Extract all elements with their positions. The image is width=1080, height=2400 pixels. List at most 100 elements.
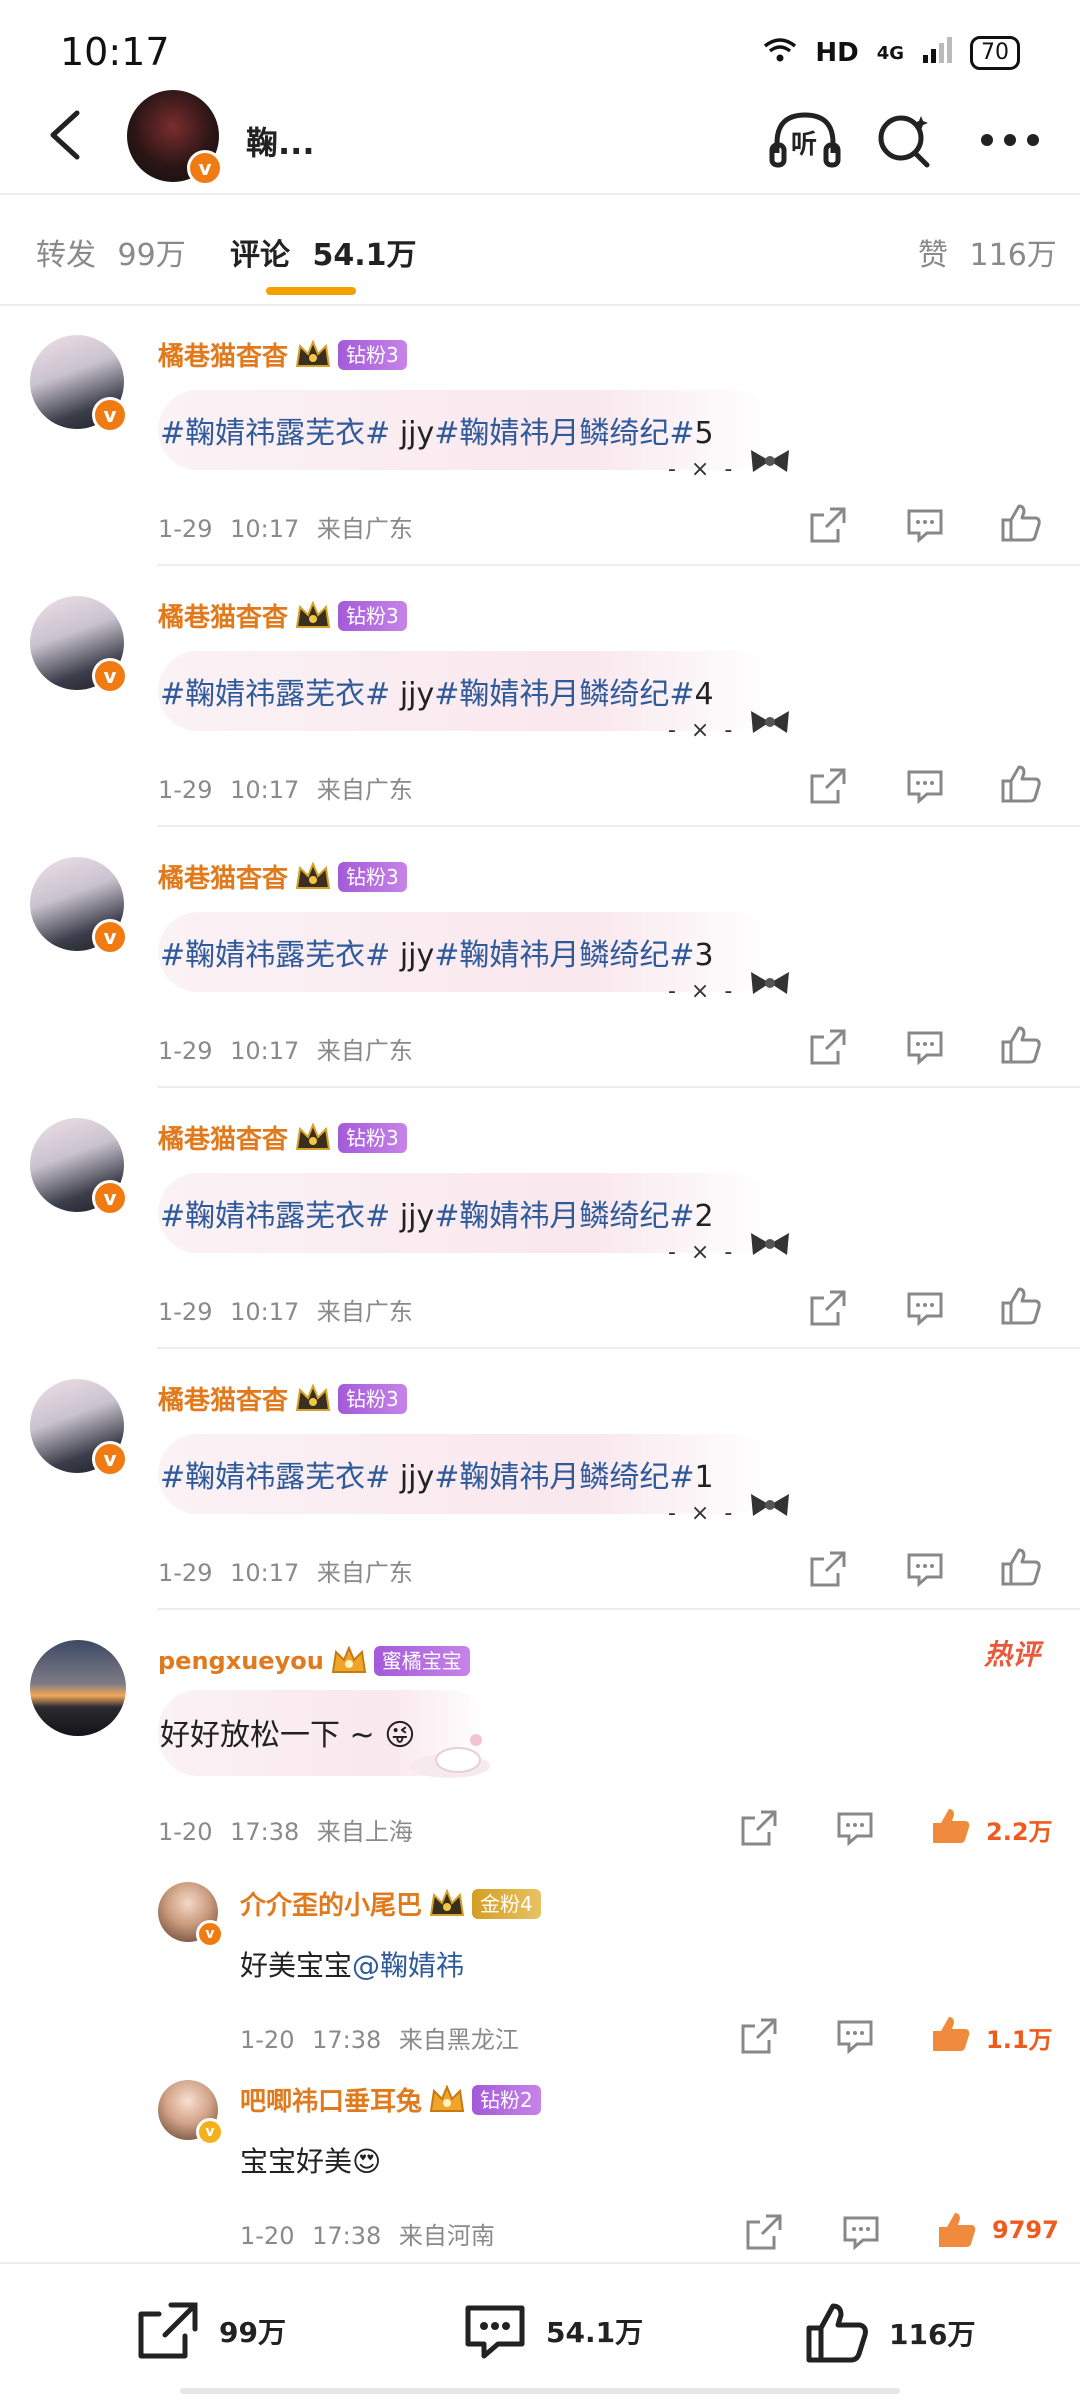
bottom-like-button[interactable]: 116万 [805, 2300, 975, 2366]
share-icon [810, 768, 846, 804]
fan-level-badge: 钻粉3 [338, 861, 407, 892]
topic-link[interactable]: #鞠婧祎月鳞绮纪# [434, 677, 694, 712]
username-text: 橘巷猫杳杳 [158, 342, 289, 372]
like-button[interactable] [934, 2207, 980, 2253]
comment-meta: 1-29 10:17 来自广东 [158, 1031, 413, 1066]
reply-button[interactable] [902, 502, 948, 548]
comment-date: 1-29 [158, 1559, 213, 1587]
like-button[interactable] [998, 1283, 1044, 1329]
avatar[interactable]: v [158, 2080, 224, 2146]
tab-likes-count: 116万 [969, 238, 1057, 273]
reply-button[interactable] [902, 1546, 948, 1592]
avatar[interactable] [30, 1640, 126, 1736]
reply-button[interactable] [838, 2209, 884, 2255]
share-button[interactable] [736, 2013, 782, 2059]
comment-username[interactable]: 橘巷猫杳杳 钻粉3 [158, 597, 407, 634]
comment-username[interactable]: 橘巷猫杳杳 钻粉3 [158, 858, 407, 895]
fan-level-badge: 钻粉3 [338, 1383, 407, 1414]
share-button[interactable] [805, 1024, 851, 1070]
verified-badge-icon: v [92, 658, 128, 694]
share-icon [810, 1290, 846, 1326]
comment-icon [837, 2020, 873, 2055]
search-button[interactable] [865, 100, 945, 180]
active-tab-indicator [266, 287, 356, 295]
listen-button[interactable]: 听 [765, 100, 845, 180]
comment-username[interactable]: 橘巷猫杳杳 钻粉3 [158, 1119, 407, 1156]
comment-divider [157, 1086, 1080, 1088]
bottom-comment-button[interactable]: 54.1万 [462, 2300, 643, 2362]
share-button[interactable] [805, 502, 851, 548]
like-button[interactable] [928, 1803, 974, 1849]
reply-button[interactable] [902, 1024, 948, 1070]
avatar[interactable]: v [30, 1118, 128, 1216]
topic-link[interactable]: #鞠婧祎露芜衣# [160, 416, 390, 451]
more-button[interactable] [970, 100, 1050, 180]
comment-text-mid: jjy [390, 416, 435, 451]
bottom-repost-button[interactable]: 99万 [135, 2300, 286, 2362]
share-button[interactable] [805, 1285, 851, 1331]
avatar[interactable]: v [30, 596, 128, 694]
tab-repost[interactable]: 转发 99万 [36, 230, 186, 274]
comment-location: 来自广东 [316, 1298, 413, 1326]
share-button[interactable] [805, 1546, 851, 1592]
share-button[interactable] [736, 1805, 782, 1851]
topic-link[interactable]: #鞠婧祎露芜衣# [160, 1199, 390, 1234]
author-name[interactable]: 鞠... [246, 118, 314, 164]
reply-button[interactable] [832, 2013, 878, 2059]
tab-comments[interactable]: 评论 54.1万 [230, 230, 416, 274]
share-button[interactable] [805, 763, 851, 809]
like-button[interactable] [998, 1022, 1044, 1068]
bow-decoration-icon: - × - [668, 707, 793, 743]
topic-link[interactable]: #鞠婧祎月鳞绮纪# [434, 1460, 694, 1495]
topic-link[interactable]: #鞠婧祎露芜衣# [160, 677, 390, 712]
reply-button[interactable] [832, 1805, 878, 1851]
share-button[interactable] [741, 2209, 787, 2255]
crown-icon [295, 861, 331, 889]
comment-date: 1-29 [158, 776, 213, 804]
like-button[interactable] [998, 761, 1044, 807]
comment-meta: 1-20 17:38 来自河南 [240, 2216, 495, 2251]
comment-date: 1-20 [240, 2222, 295, 2250]
share-icon [810, 1551, 846, 1587]
comment-username[interactable]: 橘巷猫杳杳 钻粉3 [158, 1380, 407, 1417]
tab-likes[interactable]: 赞 116万 [918, 230, 1057, 274]
like-button[interactable] [928, 2011, 974, 2057]
verified-badge-icon: v [92, 919, 128, 955]
comment-icon [907, 1553, 943, 1588]
reply-username[interactable]: 介介歪的小尾巴 金粉4 [240, 1885, 541, 1922]
topic-link[interactable]: #鞠婧祎月鳞绮纪# [434, 938, 694, 973]
comment-date: 1-20 [158, 1818, 213, 1846]
like-button[interactable] [998, 1544, 1044, 1590]
back-button[interactable] [30, 100, 100, 170]
comment-divider [157, 1608, 1080, 1610]
fan-level-badge: 金粉4 [472, 1888, 541, 1919]
author-avatar[interactable]: v [127, 90, 223, 186]
fan-level-badge: 钻粉2 [472, 2084, 541, 2115]
home-indicator [180, 2388, 900, 2394]
avatar[interactable]: v [30, 335, 128, 433]
reply-button[interactable] [902, 1285, 948, 1331]
like-button[interactable] [998, 500, 1044, 546]
topic-link[interactable]: #鞠婧祎露芜衣# [160, 938, 390, 973]
like-count: 2.2万 [986, 1818, 1053, 1846]
avatar[interactable]: v [30, 1379, 128, 1477]
comment-meta: 1-29 10:17 来自广东 [158, 1292, 413, 1327]
reply-button[interactable] [902, 763, 948, 809]
comment-username[interactable]: pengxueyou 蜜橘宝宝 [158, 1646, 470, 1676]
comment-text: 好好放松一下 ~ 😜 [160, 1718, 416, 1753]
status-icons: HD 4G 70 [763, 36, 1020, 70]
topic-link[interactable]: #鞠婧祎露芜衣# [160, 1460, 390, 1495]
comment-time: 10:17 [230, 1559, 300, 1587]
topic-link[interactable]: #鞠婧祎月鳞绮纪# [434, 416, 694, 451]
comment-username[interactable]: 橘巷猫杳杳 钻粉3 [158, 336, 407, 373]
topic-link[interactable]: #鞠婧祎月鳞绮纪# [434, 1199, 694, 1234]
like-count: 1.1万 [986, 2026, 1053, 2054]
mention-link[interactable]: @鞠婧祎 [352, 1949, 464, 1982]
bunny-sticker-icon [410, 1734, 490, 1778]
reply-username[interactable]: 吧唧祎口垂耳兔 钻粉2 [240, 2081, 541, 2118]
comment-time: 10:17 [230, 1037, 300, 1065]
username-text: 橘巷猫杳杳 [158, 864, 289, 894]
network-type-label: 4G [876, 42, 904, 64]
avatar[interactable]: v [30, 857, 128, 955]
avatar[interactable]: v [158, 1882, 224, 1948]
